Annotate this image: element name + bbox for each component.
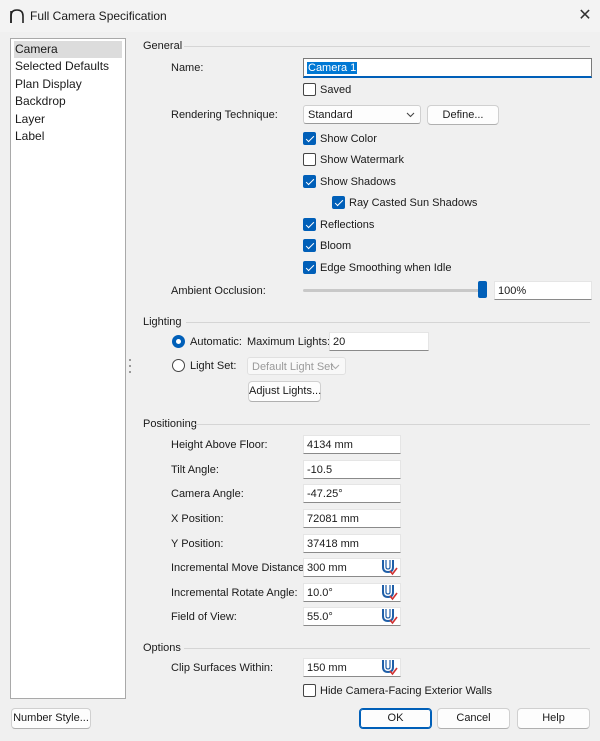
window-title: Full Camera Specification — [30, 9, 167, 23]
section-general-title: General — [143, 40, 183, 52]
ray-casted-shadows-checkbox[interactable] — [332, 196, 345, 209]
rotate-angle-label: Incremental Rotate Angle: — [171, 587, 298, 599]
close-icon[interactable]: ✕ — [574, 6, 596, 26]
show-color-label: Show Color — [320, 133, 377, 145]
light-set-select[interactable]: Default Light Set — [247, 357, 346, 375]
light-set-radio[interactable] — [172, 359, 185, 372]
show-color-checkbox[interactable] — [303, 132, 316, 145]
rendering-technique-select[interactable]: Standard — [303, 105, 421, 124]
edge-smoothing-label: Edge Smoothing when Idle — [320, 262, 452, 274]
camera-angle-field[interactable]: -47.25° — [303, 484, 401, 503]
x-position-label: X Position: — [171, 513, 224, 525]
show-watermark-label: Show Watermark — [320, 154, 404, 166]
category-list: Camera Selected Defaults Plan Display Ba… — [10, 38, 126, 699]
show-watermark-checkbox[interactable] — [303, 153, 316, 166]
tilt-angle-field[interactable]: -10.5 — [303, 460, 401, 479]
x-position-field[interactable]: 72081 mm — [303, 509, 401, 528]
number-style-button[interactable]: Number Style... — [11, 708, 91, 729]
automatic-label: Automatic: — [190, 336, 242, 348]
ambient-occlusion-field[interactable]: 100% — [494, 281, 592, 300]
clip-surfaces-value: 150 mm — [307, 662, 347, 674]
chevron-down-icon — [331, 364, 340, 370]
sidebar-item-camera[interactable]: Camera — [14, 41, 122, 58]
help-button[interactable]: Help — [517, 708, 590, 729]
splitter-handle[interactable] — [129, 355, 132, 385]
tilt-angle-label: Tilt Angle: — [171, 464, 219, 476]
ok-button[interactable]: OK — [359, 708, 432, 729]
light-set-label: Light Set: — [190, 360, 237, 372]
rendering-technique-label: Rendering Technique: — [171, 109, 278, 121]
magnet-snap-icon[interactable] — [379, 658, 399, 676]
show-shadows-label: Show Shadows — [320, 176, 396, 188]
max-lights-field[interactable]: 20 — [329, 332, 429, 351]
section-divider — [195, 424, 590, 425]
bloom-label: Bloom — [320, 240, 352, 252]
name-label: Name: — [171, 62, 204, 74]
hide-exterior-walls-checkbox[interactable] — [303, 684, 316, 697]
y-position-label: Y Position: — [171, 538, 224, 550]
light-set-value: Default Light Set — [252, 361, 334, 373]
sidebar-item-plan-display[interactable]: Plan Display — [14, 76, 122, 93]
bloom-checkbox[interactable] — [303, 239, 316, 252]
reflections-label: Reflections — [320, 219, 375, 231]
ambient-occlusion-label: Ambient Occlusion: — [171, 285, 266, 297]
sidebar-item-label[interactable]: Label — [14, 128, 122, 145]
section-positioning-title: Positioning — [143, 418, 197, 430]
sidebar-item-backdrop[interactable]: Backdrop — [14, 93, 122, 110]
magnet-snap-icon[interactable] — [379, 558, 399, 576]
y-position-field[interactable]: 37418 mm — [303, 534, 401, 553]
ray-casted-shadows-label: Ray Casted Sun Shadows — [349, 197, 478, 209]
field-of-view-value: 55.0° — [307, 611, 333, 623]
ambient-occlusion-track[interactable] — [303, 289, 486, 292]
name-field[interactable]: Camera 1 — [303, 58, 592, 78]
chevron-down-icon — [406, 112, 415, 118]
automatic-radio[interactable] — [172, 335, 185, 348]
magnet-snap-icon[interactable] — [379, 583, 399, 601]
camera-angle-label: Camera Angle: — [171, 488, 244, 500]
show-shadows-checkbox[interactable] — [303, 175, 316, 188]
cancel-button[interactable]: Cancel — [437, 708, 510, 729]
title-bar: Full Camera Specification ✕ — [0, 0, 600, 32]
sidebar-item-layer[interactable]: Layer — [14, 111, 122, 128]
name-value: Camera 1 — [307, 62, 358, 74]
height-above-floor-label: Height Above Floor: — [171, 439, 268, 451]
move-distance-value: 300 mm — [307, 562, 347, 574]
field-of-view-label: Field of View: — [171, 611, 237, 623]
saved-checkbox[interactable] — [303, 83, 316, 96]
reflections-checkbox[interactable] — [303, 218, 316, 231]
section-divider — [184, 648, 590, 649]
section-options-title: Options — [143, 642, 181, 654]
rotate-angle-value: 10.0° — [307, 587, 333, 599]
section-divider — [184, 46, 590, 47]
height-above-floor-field[interactable]: 4134 mm — [303, 435, 401, 454]
max-lights-label: Maximum Lights: — [247, 336, 331, 348]
define-button[interactable]: Define... — [427, 105, 499, 125]
edge-smoothing-checkbox[interactable] — [303, 261, 316, 274]
move-distance-label: Incremental Move Distance: — [171, 562, 308, 574]
magnet-snap-icon[interactable] — [379, 607, 399, 625]
hide-exterior-walls-label: Hide Camera-Facing Exterior Walls — [320, 685, 492, 697]
ambient-occlusion-thumb[interactable] — [478, 281, 487, 298]
section-lighting-title: Lighting — [143, 316, 182, 328]
clip-surfaces-label: Clip Surfaces Within: — [171, 662, 274, 674]
rendering-technique-value: Standard — [308, 109, 353, 121]
sidebar-item-selected-defaults[interactable]: Selected Defaults — [14, 58, 122, 75]
section-divider — [186, 322, 590, 323]
arch-icon — [10, 9, 24, 23]
saved-label: Saved — [320, 84, 352, 96]
adjust-lights-button[interactable]: Adjust Lights... — [248, 381, 321, 402]
